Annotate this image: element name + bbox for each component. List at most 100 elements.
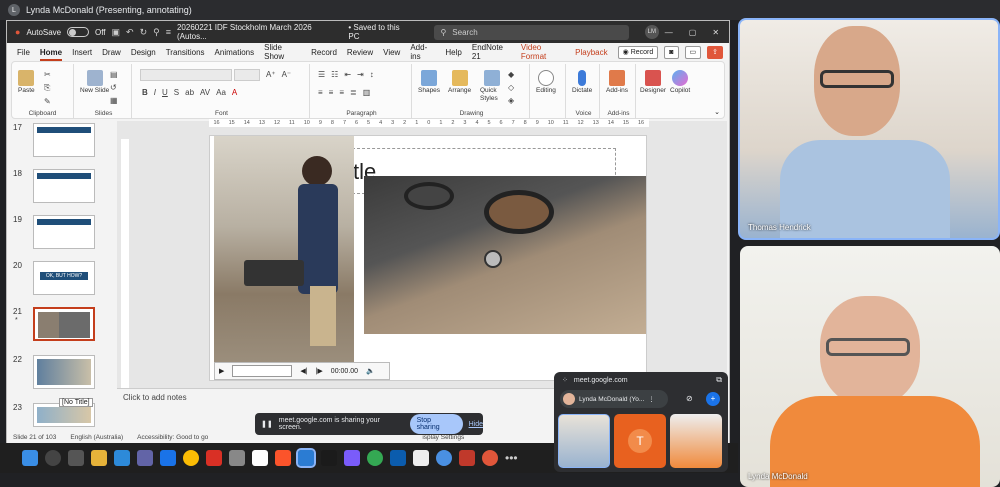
green-app-icon[interactable] [367,450,383,466]
tab-transitions[interactable]: Transitions [166,48,205,57]
autosave-toggle[interactable] [67,27,89,37]
close-icon[interactable]: ✕ [712,28,719,37]
underline-button[interactable]: U [162,88,168,97]
comments-button[interactable]: ▭ [684,45,702,59]
participant-tile-lynda[interactable]: Lynda McDonald [740,246,1000,487]
brave-icon[interactable] [275,450,291,466]
more-icon[interactable]: ••• [505,451,518,465]
add-icon[interactable]: + [706,392,720,406]
current-slide[interactable]: tle ▶ ◀| |▶ 00:00.00 🔈 [209,135,647,381]
minimize-icon[interactable]: — [665,28,673,37]
zotero-icon[interactable] [459,450,475,466]
redo-icon[interactable]: ↻ [140,27,148,38]
tab-review[interactable]: Review [347,48,373,57]
editing-button[interactable]: Editing [536,70,556,95]
align-center-icon[interactable]: ≡ [329,88,334,97]
tab-view[interactable]: View [383,48,400,57]
document-icon[interactable] [413,450,429,466]
bullets-icon[interactable]: ☰ [318,70,325,79]
mini-tile-lynda[interactable] [670,414,722,468]
user-avatar[interactable]: LM [644,25,659,39]
forward-icon[interactable]: |▶ [316,367,323,375]
italic-button[interactable]: I [154,88,156,97]
share-button[interactable]: ⇪ [707,45,724,59]
slide-thumbnail-17[interactable] [33,123,95,157]
quick-styles-button[interactable]: Quick Styles [480,70,504,103]
blue-app-icon[interactable] [390,450,406,466]
tab-endnote[interactable]: EndNote 21 [472,43,511,61]
format-painter-icon[interactable]: ✎ [44,97,51,106]
align-right-icon[interactable]: ≡ [339,88,344,97]
tab-file[interactable]: File [17,48,30,57]
save-icon[interactable]: ▣ [112,27,121,38]
tab-insert[interactable]: Insert [72,48,92,57]
app-icon[interactable] [321,450,337,466]
designer-button[interactable]: Designer [640,70,666,95]
zoom-icon[interactable] [160,450,176,466]
char-spacing-button[interactable]: AV [200,88,210,97]
restore-icon[interactable]: ▢ [689,28,697,37]
copy-icon[interactable]: ⎘ [44,83,51,93]
mini-tile-thomas[interactable] [558,414,610,468]
add-ins-button[interactable]: Add-ins [606,70,628,95]
bold-button[interactable]: B [142,88,148,97]
stop-sharing-button[interactable]: Stop sharing [409,414,463,434]
mini-tile-t[interactable]: T [614,414,666,468]
language-status[interactable]: English (Australia) [70,434,123,441]
justify-icon[interactable]: ≣ [350,88,357,97]
camera-off-icon[interactable]: ⊘ [686,394,693,403]
numbering-icon[interactable]: ☷ [331,70,338,79]
edge-icon[interactable] [114,450,130,466]
camera-button[interactable]: ◙ [664,45,679,59]
change-case-button[interactable]: Aa [216,88,226,97]
tab-help[interactable]: Help [445,48,461,57]
tab-record[interactable]: Record [311,48,337,57]
shrink-font-icon[interactable]: A⁻ [282,70,292,79]
copilot-button[interactable]: Copilot [670,70,690,95]
shape-outline-icon[interactable]: ◇ [508,83,514,92]
kitchen-video[interactable] [214,136,354,362]
collapse-ribbon-icon[interactable]: ⌄ [714,108,720,116]
play-icon[interactable]: ▶ [219,367,224,375]
shape-effects-icon[interactable]: ◈ [508,96,514,105]
file-explorer-icon[interactable] [91,450,107,466]
tab-draw[interactable]: Draw [102,48,121,57]
tab-animations[interactable]: Animations [215,48,255,57]
hide-banner-button[interactable]: Hide [469,421,483,428]
rewind-icon[interactable]: ◀| [300,367,307,375]
arrange-button[interactable]: Arrange [448,70,471,95]
strikethrough-button[interactable]: S [174,88,179,97]
self-view-chip[interactable]: Lynda McDonald (Yo... ⋮ [560,390,668,408]
search-taskbar-icon[interactable] [45,450,61,466]
cut-icon[interactable]: ✂ [44,70,51,79]
font-color-icon[interactable]: A [232,88,237,97]
section-icon[interactable]: ▦ [110,96,118,105]
calendar-icon[interactable] [252,450,268,466]
return-to-tab-icon[interactable]: ⧉ [716,375,722,385]
columns-icon[interactable]: ▥ [363,88,371,97]
video-progress-bar[interactable] [232,365,293,377]
tab-home[interactable]: Home [39,48,63,61]
search-box[interactable]: ⚲ Search [434,24,629,40]
react-icon[interactable] [436,450,452,466]
slide-thumbnail-19[interactable] [33,215,95,249]
slide-thumbnail-22[interactable] [33,355,95,389]
stove-image[interactable] [364,176,646,334]
line-spacing-icon[interactable]: ↕ [370,70,374,79]
tab-playback[interactable]: Playback [575,48,607,57]
accessibility-status[interactable]: Accessibility: Good to go [137,434,208,441]
layout-icon[interactable]: ▤ [110,70,118,79]
acrobat-icon[interactable] [206,450,222,466]
chrome-icon[interactable] [183,450,199,466]
shape-fill-icon[interactable]: ◆ [508,70,514,79]
teams-icon[interactable] [137,450,153,466]
task-view-icon[interactable] [68,450,84,466]
decrease-indent-icon[interactable]: ⇤ [344,70,351,79]
new-slide-button[interactable]: New Slide [80,70,109,95]
grow-font-icon[interactable]: A⁺ [266,70,276,79]
strikethrough-ab-button[interactable]: ab [185,88,194,97]
tab-video-format[interactable]: Video Format [521,43,565,61]
volume-icon[interactable]: 🔈 [366,367,375,375]
powerpoint-taskbar-icon[interactable] [482,450,498,466]
drag-handle-icon[interactable]: ⁘ [562,376,568,384]
